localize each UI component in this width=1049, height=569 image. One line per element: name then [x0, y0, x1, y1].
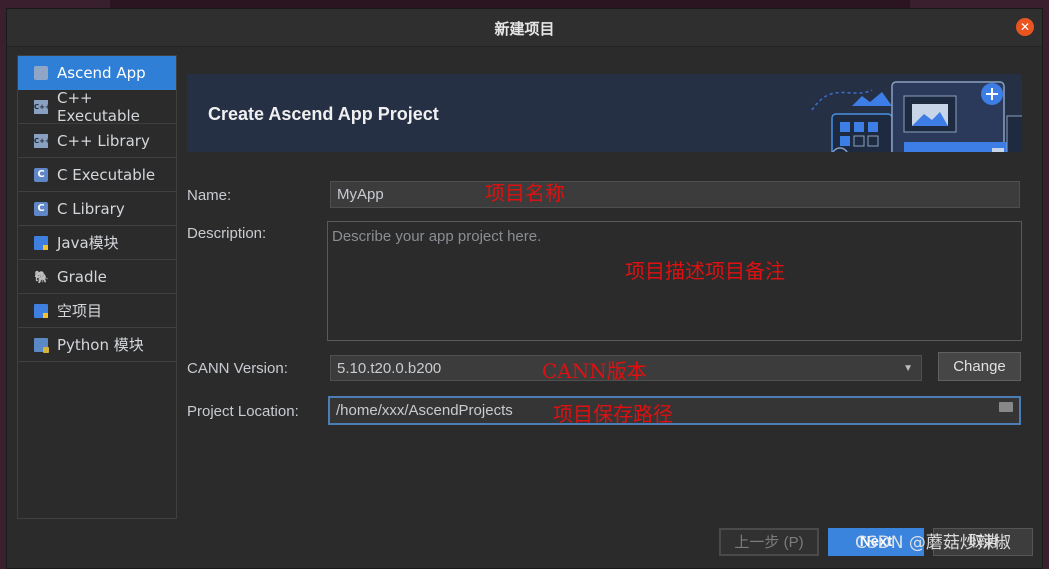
description-annotation: 项目描述项目备注 [625, 259, 785, 283]
sidebar-item-cpp-library[interactable]: C++ C++ Library [18, 124, 176, 158]
banner-illustration [811, 81, 1022, 152]
sidebar-item-label: C Executable [57, 165, 156, 184]
sidebar-item-label: Gradle [57, 267, 107, 286]
cann-version-label: CANN Version: [187, 360, 288, 377]
sidebar-item-label: C++ Library [57, 131, 150, 150]
project-location-label: Project Location: [187, 403, 299, 420]
sidebar-item-java-module[interactable]: Java模块 [18, 226, 176, 260]
dialog-title: 新建项目 [494, 20, 555, 38]
location-annotation: 项目保存路径 [553, 402, 673, 426]
folder-icon [34, 235, 48, 250]
sidebar-item-label: Python 模块 [57, 336, 144, 354]
project-type-list: Ascend App C++ C++ Executable C++ C++ Li… [17, 55, 177, 519]
folder-icon [34, 303, 48, 318]
name-label: Name: [187, 187, 232, 204]
sidebar-item-label: 空项目 [57, 302, 103, 320]
name-annotation: 项目名称 [485, 181, 565, 205]
sidebar-item-gradle[interactable]: 🐘 Gradle [18, 260, 176, 294]
sidebar-item-c-library[interactable]: C C Library [18, 192, 176, 226]
chevron-down-icon: ▼ [903, 363, 913, 374]
new-project-dialog: 新建项目 ✕ Ascend App C++ C++ Executable C++… [6, 8, 1043, 569]
gradle-icon: 🐘 [34, 269, 49, 284]
sidebar-item-python-module[interactable]: Python 模块 [18, 328, 176, 362]
background-window-strip [110, 0, 910, 8]
c-icon: C [34, 201, 48, 216]
name-field[interactable]: MyApp [330, 181, 1020, 208]
previous-button[interactable]: 上一步 (P) [719, 528, 819, 556]
cpp-icon: C++ [34, 99, 51, 114]
sidebar-item-c-executable[interactable]: C C Executable [18, 158, 176, 192]
cann-version-value: 5.10.t20.0.b200 [337, 360, 442, 377]
sidebar-item-label: Ascend App [57, 63, 146, 82]
python-folder-icon [34, 337, 49, 353]
sidebar-item-cpp-executable[interactable]: C++ C++ Executable [18, 88, 176, 125]
cpp-icon: C++ [34, 133, 51, 148]
close-icon: ✕ [1019, 20, 1031, 34]
c-icon: C [34, 167, 48, 182]
header-banner: Create Ascend App Project [187, 74, 1022, 152]
project-location-field[interactable]: /home/xxx/AscendProjects [328, 396, 1021, 425]
sidebar-item-label: C++ Executable [57, 88, 140, 125]
description-label: Description: [187, 225, 267, 242]
csdn-watermark: CSDN @蘑菇炒辣椒 [855, 533, 1011, 553]
cann-annotation: CANN版本 [542, 359, 647, 383]
banner-title: Create Ascend App Project [208, 104, 439, 124]
close-button[interactable]: ✕ [1016, 18, 1034, 36]
change-button[interactable]: Change [938, 352, 1021, 381]
sidebar-item-label: Java模块 [57, 234, 119, 252]
sidebar-item-label: C Library [57, 199, 125, 218]
sidebar-item-empty-project[interactable]: 空项目 [18, 294, 176, 328]
folder-browse-icon[interactable] [999, 402, 1013, 412]
ascend-app-icon [34, 65, 48, 80]
project-location-value: /home/xxx/AscendProjects [336, 402, 513, 419]
sidebar-item-ascend-app[interactable]: Ascend App [18, 56, 176, 90]
title-bar: 新建项目 ✕ [7, 9, 1042, 47]
